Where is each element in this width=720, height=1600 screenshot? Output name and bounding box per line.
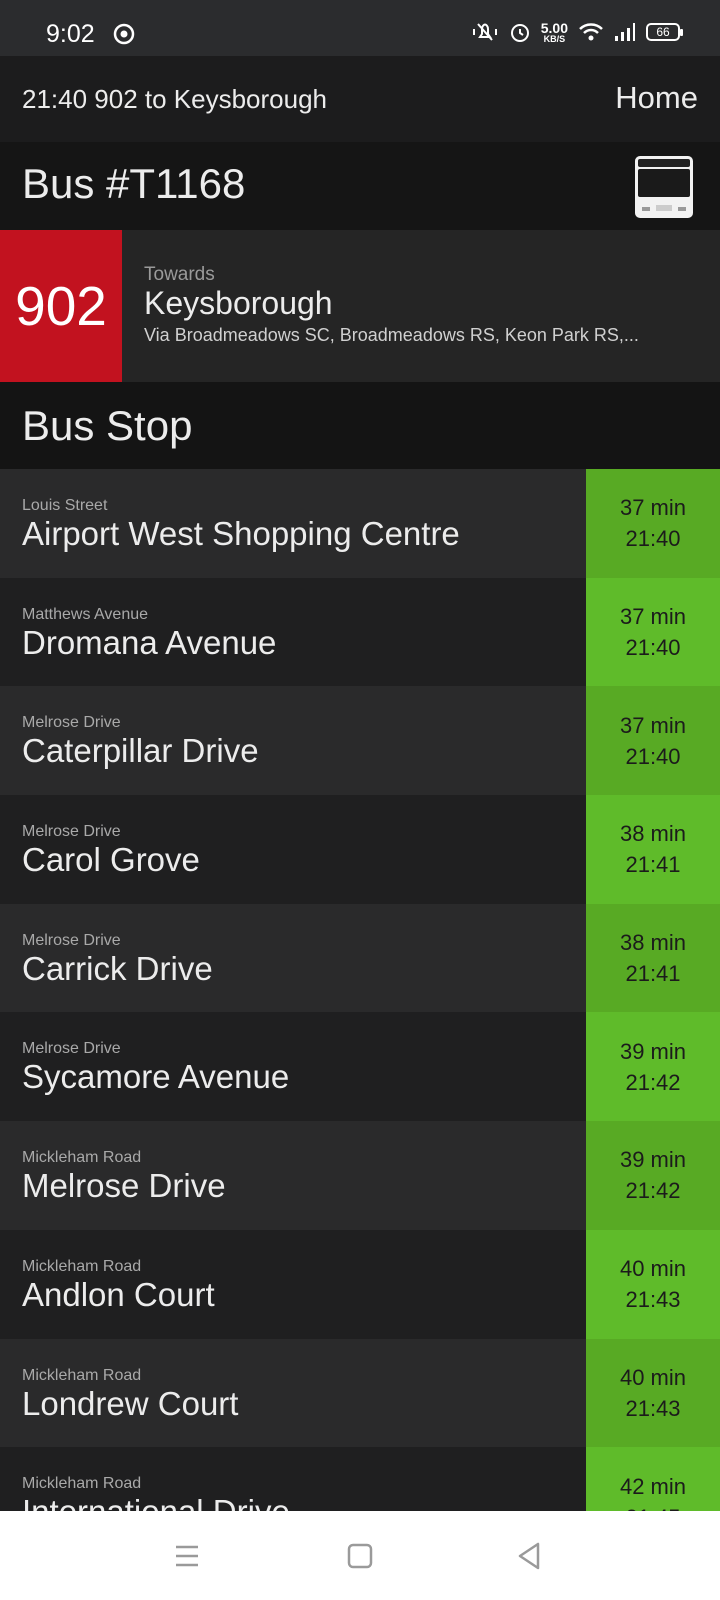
stop-row[interactable]: Mickleham Road Melrose Drive 39 min 21:4… [0,1121,720,1230]
stop-name: Melrose Drive [22,1167,226,1205]
eta-time: 21:40 [625,526,681,552]
towards-label: Towards [144,264,215,285]
route-via: Via Broadmeadows SC, Broadmeadows RS, Ke… [144,325,639,345]
eta-cell: 42 min 21:45 [586,1447,720,1511]
eta-minutes: 39 min [619,1038,687,1064]
stop-row[interactable]: Louis Street Airport West Shopping Centr… [0,469,720,578]
status-bar: 9:02 5.00 KB/S 66 [0,0,720,56]
stop-name: Sycamore Avenue [22,1058,290,1096]
home-button[interactable]: Home [615,80,698,116]
stop-street: Mickleham Road [22,1366,142,1384]
stop-row[interactable]: Mickleham Road International Drive 42 mi… [0,1447,720,1511]
mute-notifications-icon [472,23,497,41]
stop-row[interactable]: Melrose Drive Carrick Drive 38 min 21:41 [0,903,720,1013]
top-bar: 21:40 902 to Keysborough Home [0,56,720,142]
route-number-badge: 902 [0,230,122,382]
alarm-icon [510,24,529,42]
stop-street: Mickleham Road [22,1149,142,1167]
eta-minutes: 37 min [619,712,687,738]
eta-minutes: 40 min [619,1256,687,1282]
eta-cell: 40 min 21:43 [586,1338,720,1448]
stop-name: Caterpillar Drive [22,732,259,770]
eta-cell: 38 min 21:41 [586,903,720,1013]
stop-row[interactable]: Melrose Drive Caterpillar Drive 37 min 2… [0,686,720,796]
signal-icon [615,23,635,41]
route-destination: Keysborough [144,285,333,321]
status-icons: 5.00 KB/S 66 [471,18,683,46]
eta-minutes: 38 min [619,930,687,956]
eta-time: 21:43 [625,1287,681,1313]
section-title: Bus Stop [22,402,193,449]
stop-row[interactable]: Melrose Drive Sycamore Avenue 39 min 21:… [0,1012,720,1122]
bus-image [635,156,693,218]
home-square-icon[interactable] [343,1539,377,1573]
eta-cell: 40 min 21:43 [586,1229,720,1339]
eta-minutes: 37 min [619,495,687,521]
eta-cell: 39 min 21:42 [586,1121,720,1230]
stop-row[interactable]: Mickleham Road Andlon Court 40 min 21:43 [0,1229,720,1339]
stop-street: Melrose Drive [22,823,121,841]
eta-cell: 38 min 21:41 [586,795,720,904]
eta-cell: 37 min 21:40 [586,577,720,687]
eta-time: 21:43 [625,1395,681,1421]
back-triangle-icon[interactable] [513,1539,547,1573]
eta-time: 21:41 [625,852,681,878]
eta-time: 21:42 [625,1069,681,1095]
stop-name: Dromana Avenue [22,623,277,661]
stop-name: Carrick Drive [22,949,213,987]
stop-name: International Drive [22,1493,290,1511]
eta-minutes: 40 min [619,1364,687,1390]
system-nav-bar [0,1511,720,1600]
chrome-icon [113,23,135,45]
eta-minutes: 38 min [619,821,687,847]
stop-row[interactable]: Mickleham Road Londrew Court 40 min 21:4… [0,1338,720,1448]
stop-street: Matthews Avenue [22,605,149,623]
stop-street: Mickleham Road [22,1475,142,1493]
eta-cell: 37 min 21:40 [586,469,720,578]
stop-row[interactable]: Matthews Avenue Dromana Avenue 37 min 21… [0,577,720,687]
eta-cell: 39 min 21:42 [586,1012,720,1122]
net-speed: 5.00 KB/S [540,19,568,44]
stop-street: Mickleham Road [22,1257,142,1275]
bus-header: Bus #T1168 [0,142,720,230]
eta-time: 21:45 [625,1502,680,1511]
route-summary: 902 Towards Keysborough Via Broadmeadows… [0,230,720,382]
eta-time: 21:40 [625,743,681,769]
stop-street: Melrose Drive [22,931,121,949]
eta-time: 21:40 [625,635,681,661]
page-title: 21:40 902 to Keysborough [22,84,328,114]
eta-minutes: 42 min [619,1473,687,1499]
menu-icon[interactable] [170,1539,204,1573]
stop-name: Andlon Court [22,1275,215,1313]
eta-cell: 37 min 21:40 [586,686,720,796]
stop-name: Airport West Shopping Centre [22,515,460,552]
eta-time: 21:42 [625,1178,681,1204]
eta-minutes: 39 min [619,1147,687,1173]
stop-list[interactable]: Louis Street Airport West Shopping Centr… [0,469,720,1511]
eta-time: 21:41 [625,961,681,987]
stop-row[interactable]: Melrose Drive Carol Grove 38 min 21:41 [0,795,720,904]
bus-number: Bus #T1168 [22,160,246,207]
wifi-icon [579,23,603,41]
section-header: Bus Stop [0,382,720,469]
stop-street: Melrose Drive [22,1040,121,1058]
stop-name: Londrew Court [22,1384,239,1422]
stop-street: Louis Street [22,497,108,514]
stop-name: Carol Grove [22,841,200,879]
status-time: 9:02 [46,20,95,48]
battery-icon: 66 [646,23,683,41]
stop-street: Melrose Drive [22,714,121,732]
eta-minutes: 37 min [619,604,687,630]
